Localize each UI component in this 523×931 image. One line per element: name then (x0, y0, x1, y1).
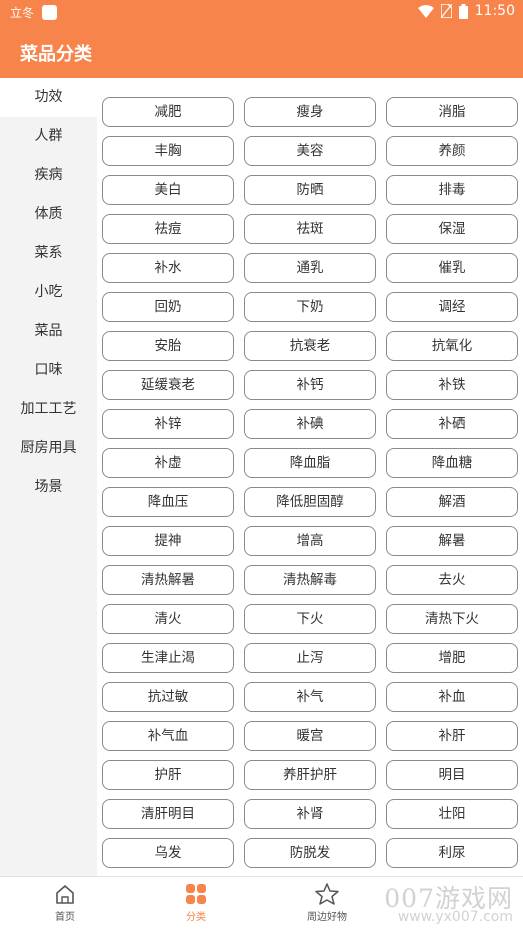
tag-button[interactable]: 补硒 (386, 409, 518, 439)
tag-button[interactable]: 增肥 (386, 643, 518, 673)
sidebar-item[interactable]: 场景 (0, 468, 97, 507)
tag-button[interactable]: 止泻 (244, 643, 376, 673)
tag-button[interactable]: 下火 (244, 604, 376, 634)
nav-category-label: 分类 (186, 912, 206, 923)
tag-button[interactable]: 美白 (102, 175, 234, 205)
tag-button[interactable]: 清肝明目 (102, 799, 234, 829)
status-time: 11:50 (474, 3, 515, 19)
tag-button[interactable]: 排毒 (386, 175, 518, 205)
sidebar-item[interactable]: 小吃 (0, 273, 97, 312)
battery-icon (458, 3, 468, 19)
star-icon (282, 883, 372, 905)
app-notification-icon (42, 5, 58, 20)
tag-button[interactable]: 解暑 (386, 526, 518, 556)
tag-button[interactable]: 乌发 (102, 838, 234, 868)
tag-button[interactable]: 利尿 (386, 838, 518, 868)
tag-button[interactable]: 养颜 (386, 136, 518, 166)
tag-button[interactable]: 祛痘 (102, 214, 234, 244)
tag-button[interactable]: 补虚 (102, 448, 234, 478)
tag-button[interactable]: 补锌 (102, 409, 234, 439)
tag-button[interactable]: 补血 (386, 682, 518, 712)
tag-button[interactable]: 补气 (244, 682, 376, 712)
status-carrier: 立冬 (10, 6, 35, 20)
tag-button[interactable]: 降血压 (102, 487, 234, 517)
sidebar-item[interactable]: 口味 (0, 351, 97, 390)
app-bar: 菜品分类 (0, 26, 523, 78)
tag-button[interactable]: 丰胸 (102, 136, 234, 166)
tag-button[interactable]: 补肾 (244, 799, 376, 829)
sidebar-item[interactable]: 疾病 (0, 156, 97, 195)
sidebar-item[interactable]: 人群 (0, 117, 97, 156)
tag-button[interactable]: 清火 (102, 604, 234, 634)
nav-goods-label: 周边好物 (307, 912, 347, 923)
sidebar-item[interactable]: 功效 (0, 78, 97, 117)
tag-button[interactable]: 补气血 (102, 721, 234, 751)
nav-home[interactable]: 首页 (20, 883, 110, 923)
tag-button[interactable]: 明目 (386, 760, 518, 790)
tag-button[interactable]: 抗衰老 (244, 331, 376, 361)
tag-button[interactable]: 抗过敏 (102, 682, 234, 712)
tag-button[interactable]: 补铁 (386, 370, 518, 400)
tag-button[interactable]: 养肝护肝 (244, 760, 376, 790)
tag-button[interactable]: 通乳 (244, 253, 376, 283)
status-bar: 立冬 11:50 (0, 0, 523, 26)
tag-button[interactable]: 补肝 (386, 721, 518, 751)
tag-button[interactable]: 美容 (244, 136, 376, 166)
tag-button[interactable]: 补碘 (244, 409, 376, 439)
tag-button[interactable]: 防脱发 (244, 838, 376, 868)
tag-button[interactable]: 护肝 (102, 760, 234, 790)
sidebar-item[interactable]: 体质 (0, 195, 97, 234)
sidebar-item[interactable]: 厨房用具 (0, 429, 97, 468)
tag-button[interactable]: 解酒 (386, 487, 518, 517)
tag-button[interactable]: 降血脂 (244, 448, 376, 478)
tag-content-area[interactable]: 减肥 瘦身 消脂丰胸 美容 养颜美白 防晒 排毒祛痘 祛斑 保湿补水 通乳 催乳回奶 下奶 调经安胎 抗衰… (97, 78, 523, 876)
tag-button[interactable]: 补水 (102, 253, 234, 283)
watermark: 007游戏网 www.yx007.com (379, 877, 519, 929)
tag-button[interactable]: 壮阳 (386, 799, 518, 829)
status-right: 11:50 (417, 3, 515, 19)
wifi-icon (417, 4, 434, 18)
tag-button[interactable]: 下奶 (244, 292, 376, 322)
tag-button[interactable]: 减肥 (102, 97, 234, 127)
tag-button[interactable]: 延缓衰老 (102, 370, 234, 400)
sidebar-item[interactable]: 菜系 (0, 234, 97, 273)
no-sim-icon (440, 4, 452, 18)
tag-button[interactable]: 清热下火 (386, 604, 518, 634)
page-title: 菜品分类 (20, 44, 92, 65)
tag-button[interactable]: 去火 (386, 565, 518, 595)
tag-button[interactable]: 清热解暑 (102, 565, 234, 595)
sidebar-item[interactable]: 菜品 (0, 312, 97, 351)
tag-button[interactable]: 调经 (386, 292, 518, 322)
watermark-url: www.yx007.com (397, 909, 513, 925)
tag-button[interactable]: 祛斑 (244, 214, 376, 244)
category-icon (151, 883, 241, 905)
tag-button[interactable]: 抗氧化 (386, 331, 518, 361)
tag-button[interactable]: 增高 (244, 526, 376, 556)
tag-button[interactable]: 催乳 (386, 253, 518, 283)
category-sidebar: 功效 人群 疾病 体质 菜系 小吃 菜品 口味 加工工艺 厨房用具 场景 (0, 78, 97, 876)
nav-category[interactable]: 分类 (151, 883, 241, 923)
tag-button[interactable]: 防晒 (244, 175, 376, 205)
tag-button[interactable]: 瘦身 (244, 97, 376, 127)
tag-grid: 减肥 瘦身 消脂丰胸 美容 养颜美白 防晒 排毒祛痘 祛斑 保湿补水 通乳 催乳回奶 下奶 调经安胎 抗衰… (102, 97, 518, 876)
tag-button[interactable]: 降低胆固醇 (244, 487, 376, 517)
sidebar-item[interactable]: 加工工艺 (0, 390, 97, 429)
tag-button[interactable]: 生津止渴 (102, 643, 234, 673)
home-icon (20, 883, 110, 905)
tag-button[interactable]: 清热解毒 (244, 565, 376, 595)
tag-button[interactable]: 安胎 (102, 331, 234, 361)
tag-button[interactable]: 补钙 (244, 370, 376, 400)
tag-button[interactable]: 暖宫 (244, 721, 376, 751)
nav-goods[interactable]: 周边好物 (282, 883, 372, 923)
tag-button[interactable]: 降血糖 (386, 448, 518, 478)
tag-button[interactable]: 消脂 (386, 97, 518, 127)
nav-home-label: 首页 (55, 912, 75, 923)
tag-button[interactable]: 提神 (102, 526, 234, 556)
tag-button[interactable]: 回奶 (102, 292, 234, 322)
tag-button[interactable]: 保湿 (386, 214, 518, 244)
status-left: 立冬 (10, 4, 58, 21)
